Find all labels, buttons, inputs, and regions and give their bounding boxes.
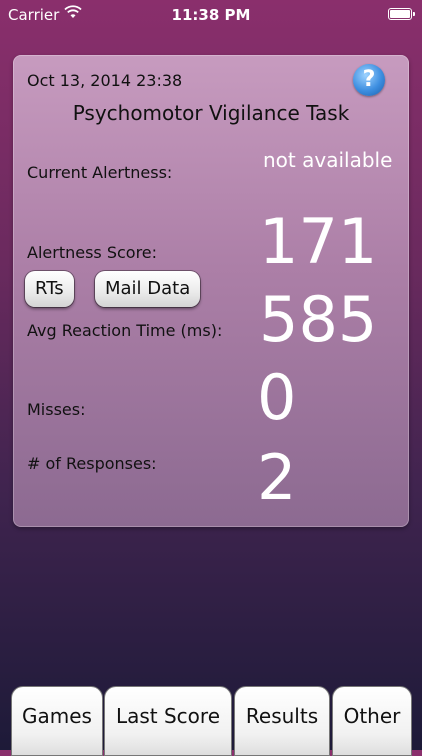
- session-date: Oct 13, 2014 23:38: [27, 71, 183, 90]
- current-alertness-value: not available: [263, 148, 393, 172]
- avg-reaction-value: 585: [259, 283, 378, 356]
- page-title: Psychomotor Vigilance Task: [72, 101, 350, 125]
- clock: 11:38 PM: [171, 6, 251, 24]
- responses-label: # of Responses:: [27, 454, 157, 473]
- tab-games[interactable]: Games: [11, 686, 103, 756]
- mail-data-button[interactable]: Mail Data: [95, 271, 201, 307]
- tab-other[interactable]: Other: [332, 686, 412, 756]
- misses-value: 0: [257, 361, 297, 434]
- status-bar: Carrier 11:38 PM: [0, 0, 422, 30]
- misses-label: Misses:: [27, 400, 86, 419]
- rts-button[interactable]: RTs: [25, 271, 74, 307]
- battery-icon: [388, 8, 415, 20]
- responses-value: 2: [257, 441, 297, 514]
- alertness-score-label: Alertness Score:: [27, 243, 158, 262]
- tab-bar: Games Last Score Results Other: [0, 686, 422, 756]
- help-icon[interactable]: ?: [353, 64, 385, 96]
- results-panel: Oct 13, 2014 23:38 ? Psychomotor Vigilan…: [13, 55, 409, 527]
- tab-last-score[interactable]: Last Score: [104, 686, 232, 756]
- avg-reaction-label: Avg Reaction Time (ms):: [27, 321, 223, 340]
- tab-results[interactable]: Results: [234, 686, 330, 756]
- current-alertness-label: Current Alertness:: [27, 163, 173, 182]
- alertness-score-value: 171: [259, 205, 378, 278]
